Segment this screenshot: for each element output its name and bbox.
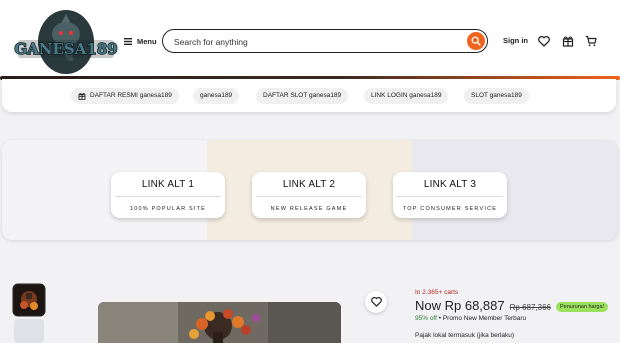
tax-note: Pajak lokal termasuk (jika berlaku) bbox=[415, 332, 514, 339]
ganesha-thumbnail-image bbox=[14, 285, 44, 315]
promo-text: Promo New Member Terbaru bbox=[442, 315, 527, 322]
link-alt-subtitle: NEW RELEASE GAME bbox=[270, 206, 348, 212]
nav-chip-label: ganesa189 bbox=[200, 92, 233, 99]
divider bbox=[397, 196, 503, 197]
favorites-button[interactable] bbox=[537, 34, 551, 48]
promo-separator: • bbox=[438, 315, 442, 322]
nav-chip-label: SLOT ganesa189 bbox=[471, 92, 522, 99]
ganesha-statue-image bbox=[98, 302, 341, 343]
link-alt-subtitle: TOP CONSUMER SERVICE bbox=[402, 206, 498, 212]
price-drop-badge: Penurunan harga! bbox=[556, 302, 609, 312]
ganesha-logo-icon: GANESA189 bbox=[14, 10, 118, 74]
original-price: Rp 687,366 bbox=[509, 303, 551, 312]
add-to-favorites-button[interactable] bbox=[365, 291, 387, 313]
nav-chip-daftar-slot[interactable]: DAFTAR SLOT ganesa189 bbox=[256, 88, 349, 104]
nav-chip-link-login[interactable]: LINK LOGIN ganesa189 bbox=[364, 88, 449, 104]
discount-line: 95% off • Promo New Member Terbaru bbox=[415, 315, 526, 322]
current-price: Now Rp 68,887 bbox=[415, 298, 505, 313]
nav-chip-ganesa189[interactable]: ganesa189 bbox=[193, 88, 240, 104]
search-icon bbox=[471, 36, 481, 46]
link-alt-title: LINK ALT 3 bbox=[423, 179, 477, 190]
link-alt-title: LINK ALT 1 bbox=[141, 179, 195, 190]
heart-icon bbox=[538, 35, 550, 47]
link-alt-subtitle: 100% POPULAR SITE bbox=[129, 206, 207, 212]
search-button[interactable] bbox=[467, 32, 485, 50]
menu-button[interactable]: Menu bbox=[124, 34, 157, 48]
nav-chip-label: DAFTAR SLOT ganesa189 bbox=[263, 92, 342, 99]
price-row: Now Rp 68,887 Rp 687,366 Penurunan harga… bbox=[415, 298, 609, 314]
search-bar bbox=[162, 29, 488, 53]
link-alt-title: LINK ALT 2 bbox=[282, 179, 336, 190]
link-alt-2-card[interactable]: LINK ALT 2 NEW RELEASE GAME bbox=[252, 172, 366, 218]
svg-text:GANESA189: GANESA189 bbox=[14, 40, 117, 58]
product-thumbnail-2[interactable] bbox=[14, 319, 44, 343]
site-logo[interactable]: GANESA189 bbox=[14, 4, 118, 78]
divider bbox=[115, 196, 221, 197]
site-header: GANESA189 Menu Sign in bbox=[0, 0, 620, 80]
divider bbox=[256, 196, 362, 197]
nav-chip-label: DAFTAR RESMI ganesa189 bbox=[90, 92, 172, 99]
nav-chip-daftar-resmi[interactable]: DAFTAR RESMI ganesa189 bbox=[71, 88, 179, 104]
gift-icon bbox=[78, 92, 86, 100]
product-main-image[interactable] bbox=[98, 302, 341, 343]
gift-button[interactable] bbox=[561, 34, 575, 48]
cart-icon bbox=[585, 35, 597, 47]
sign-in-link[interactable]: Sign in bbox=[503, 36, 528, 45]
menu-label: Menu bbox=[137, 36, 157, 46]
nav-chip-label: LINK LOGIN ganesa189 bbox=[371, 92, 442, 99]
search-input[interactable] bbox=[172, 34, 456, 50]
cart-button[interactable] bbox=[584, 34, 598, 48]
nav-chip-slot[interactable]: SLOT ganesa189 bbox=[464, 88, 529, 104]
link-alt-1-card[interactable]: LINK ALT 1 100% POPULAR SITE bbox=[111, 172, 225, 218]
carts-count: In 2.365+ carts bbox=[415, 289, 459, 296]
discount-percent: 95% off bbox=[415, 315, 437, 322]
heart-icon bbox=[370, 297, 382, 307]
hamburger-icon bbox=[124, 37, 132, 45]
gift-icon bbox=[562, 36, 574, 47]
link-alt-3-card[interactable]: LINK ALT 3 TOP CONSUMER SERVICE bbox=[393, 172, 507, 218]
product-thumbnail-1[interactable] bbox=[14, 285, 44, 315]
